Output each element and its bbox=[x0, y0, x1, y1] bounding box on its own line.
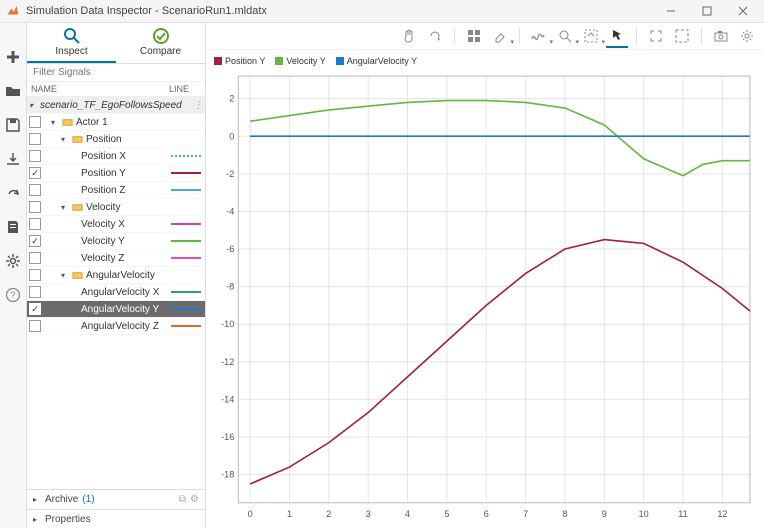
svg-text:-4: -4 bbox=[226, 206, 234, 216]
report-icon[interactable] bbox=[3, 217, 23, 237]
actor-row[interactable]: ▾Actor 1 bbox=[27, 114, 205, 131]
column-header: NAME LINE bbox=[27, 82, 205, 97]
tab-inspect[interactable]: Inspect bbox=[27, 23, 116, 63]
help-icon[interactable]: ? bbox=[3, 285, 23, 305]
signal-row[interactable]: Position Y bbox=[27, 165, 205, 182]
group-velocity[interactable]: ▾Velocity bbox=[27, 199, 205, 216]
svg-text:6: 6 bbox=[484, 509, 489, 519]
save-icon[interactable] bbox=[3, 115, 23, 135]
group-angvel[interactable]: ▾AngularVelocity bbox=[27, 267, 205, 284]
filter-input[interactable] bbox=[27, 64, 205, 82]
bus-icon bbox=[72, 202, 83, 213]
bus-icon bbox=[72, 134, 83, 145]
signal-tree[interactable]: ▾scenario_TF_EgoFollowsSpeed⋮ ▾Actor 1 ▾… bbox=[27, 97, 205, 489]
signal-row[interactable]: Velocity Z bbox=[27, 250, 205, 267]
svg-text:?: ? bbox=[10, 290, 15, 300]
export-icon[interactable] bbox=[3, 183, 23, 203]
svg-text:4: 4 bbox=[405, 509, 410, 519]
check-icon bbox=[152, 27, 170, 45]
group-position[interactable]: ▾Position bbox=[27, 131, 205, 148]
chart-toolbar bbox=[206, 23, 764, 50]
minimize-button[interactable] bbox=[656, 0, 686, 22]
expand-icon[interactable] bbox=[645, 25, 667, 47]
archive-gear-icon[interactable]: ⚙ bbox=[190, 494, 199, 505]
svg-text:-10: -10 bbox=[221, 319, 234, 329]
svg-text:-12: -12 bbox=[221, 357, 234, 367]
svg-text:5: 5 bbox=[444, 509, 449, 519]
layout-icon[interactable] bbox=[463, 25, 485, 47]
svg-text:2: 2 bbox=[326, 509, 331, 519]
svg-text:7: 7 bbox=[523, 509, 528, 519]
import-icon[interactable] bbox=[3, 149, 23, 169]
svg-text:2: 2 bbox=[229, 94, 234, 104]
signal-row[interactable]: Position Z bbox=[27, 182, 205, 199]
svg-text:-8: -8 bbox=[226, 282, 234, 292]
snapshot-icon[interactable] bbox=[710, 25, 732, 47]
clear-icon[interactable] bbox=[489, 25, 511, 47]
svg-text:-2: -2 bbox=[226, 169, 234, 179]
signal-line-icon[interactable] bbox=[528, 25, 550, 47]
signal-row[interactable]: AngularVelocity X bbox=[27, 284, 205, 301]
svg-text:10: 10 bbox=[639, 509, 649, 519]
maximize-button[interactable] bbox=[692, 0, 722, 22]
bus-icon bbox=[62, 117, 73, 128]
signal-row[interactable]: Velocity Y bbox=[27, 233, 205, 250]
svg-text:0: 0 bbox=[248, 509, 253, 519]
signal-panel: Inspect Compare NAME LINE ▾scenario_TF_E… bbox=[27, 23, 206, 528]
chart-legend: Position Y Velocity Y AngularVelocity Y bbox=[210, 54, 756, 68]
folder-icon[interactable] bbox=[3, 81, 23, 101]
hand-cursor-icon[interactable] bbox=[398, 25, 420, 47]
titlebar: Simulation Data Inspector - ScenarioRun1… bbox=[0, 0, 764, 23]
fit-icon[interactable] bbox=[580, 25, 602, 47]
fullscreen-icon[interactable] bbox=[671, 25, 693, 47]
cursor-icon[interactable] bbox=[606, 24, 628, 48]
svg-text:-14: -14 bbox=[221, 394, 234, 404]
chart-area[interactable]: Position Y Velocity Y AngularVelocity Y … bbox=[206, 50, 764, 528]
close-button[interactable] bbox=[728, 0, 758, 22]
gear-icon[interactable] bbox=[736, 25, 758, 47]
scenario-row[interactable]: ▾scenario_TF_EgoFollowsSpeed⋮ bbox=[27, 97, 205, 114]
vertical-toolbar: ? bbox=[0, 23, 27, 528]
search-icon bbox=[63, 27, 81, 45]
line-chart[interactable]: 012345678910111220-2-4-6-8-10-12-14-16-1… bbox=[210, 68, 756, 523]
zoom-icon[interactable] bbox=[554, 25, 576, 47]
svg-text:8: 8 bbox=[562, 509, 567, 519]
tab-compare[interactable]: Compare bbox=[116, 23, 205, 63]
window-title: Simulation Data Inspector - ScenarioRun1… bbox=[26, 5, 650, 17]
matlab-logo-icon bbox=[6, 4, 20, 18]
svg-text:12: 12 bbox=[717, 509, 727, 519]
properties-section[interactable]: ▸Properties bbox=[27, 509, 205, 528]
svg-text:3: 3 bbox=[366, 509, 371, 519]
signal-row[interactable]: Velocity X bbox=[27, 216, 205, 233]
archive-section[interactable]: ▸Archive (1) ⧉ ⚙ bbox=[27, 489, 205, 509]
bus-icon bbox=[72, 270, 83, 281]
add-icon[interactable] bbox=[3, 47, 23, 67]
svg-text:-18: -18 bbox=[221, 470, 234, 480]
settings-icon[interactable] bbox=[3, 251, 23, 271]
signal-row[interactable]: AngularVelocity Z bbox=[27, 318, 205, 335]
svg-text:-6: -6 bbox=[226, 244, 234, 254]
signal-row[interactable]: Position X bbox=[27, 148, 205, 165]
rotate-icon[interactable] bbox=[424, 25, 446, 47]
archive-copy-icon[interactable]: ⧉ bbox=[179, 494, 186, 505]
signal-row-selected[interactable]: AngularVelocity Y bbox=[27, 301, 205, 318]
svg-text:11: 11 bbox=[678, 509, 687, 519]
svg-text:-16: -16 bbox=[221, 432, 234, 442]
svg-text:0: 0 bbox=[229, 131, 234, 141]
svg-text:1: 1 bbox=[287, 509, 292, 519]
svg-text:9: 9 bbox=[602, 509, 607, 519]
